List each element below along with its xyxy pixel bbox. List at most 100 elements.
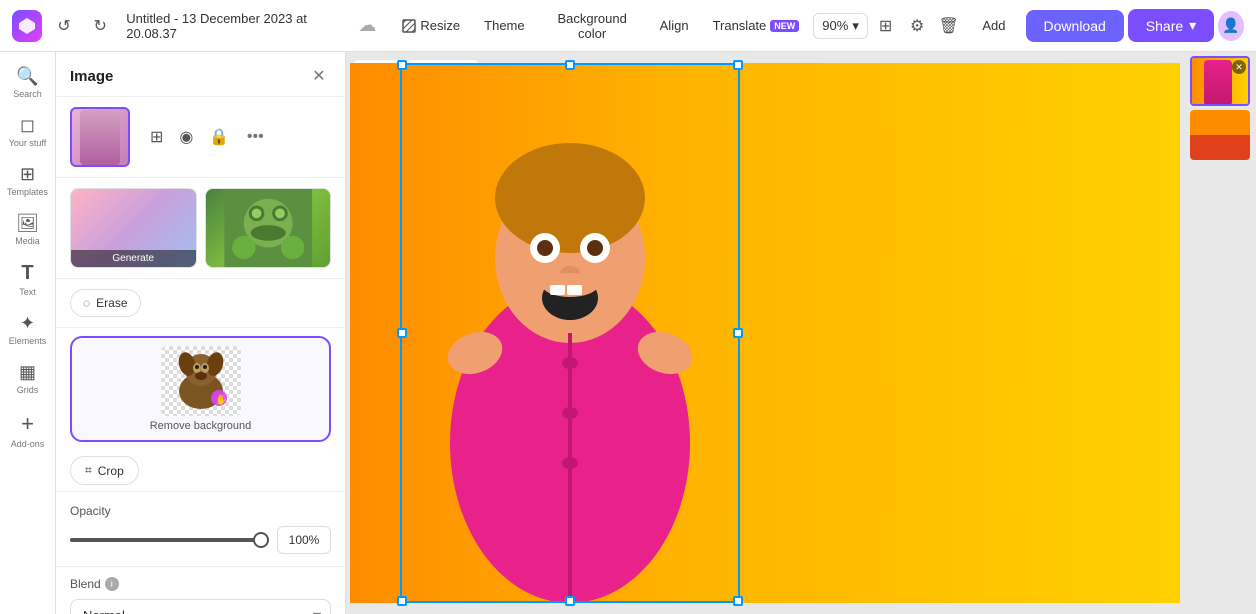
opacity-label: Opacity [70,504,331,518]
svg-text:✋: ✋ [215,393,227,406]
erase-label: Erase [96,296,127,310]
resize-button[interactable]: Resize [392,12,470,39]
addons-icon: + [21,411,34,437]
image-edit-options: ◌ Erase [56,279,345,328]
frog-card[interactable] [205,188,332,268]
chevron-down-icon: ▾ [1189,17,1196,34]
media-icon: 🖼 [16,213,39,234]
blend-label-row: Blend i [70,577,331,591]
crop-row: ⌗ Crop [56,450,345,492]
sidebar-item-text[interactable]: T Text [4,256,52,303]
sidebar-item-elements[interactable]: ✦ Elements [4,307,52,352]
lock-tool-button[interactable]: 🔒 [205,123,233,151]
sidebar-item-label: Search [13,89,42,99]
lock-tool-icon: 🔒 [209,127,229,147]
image-panel: Image ✕ ⊞ ◉ 🔒 ••• [56,52,346,614]
new-badge: NEW [770,20,799,32]
crop-button[interactable]: ⌗ Crop [70,456,139,485]
thumbnail-close-icon[interactable]: ✕ [1232,60,1246,74]
elements-icon: ✦ [20,313,35,334]
sidebar-item-label: Templates [7,187,48,197]
remove-background-card[interactable]: ✋ Remove background [70,336,331,442]
templates-icon: ⊞ [20,164,35,185]
remove-bg-preview: ✋ [161,346,241,416]
right-sidebar: ✕ [1184,52,1256,614]
bg-color-button[interactable]: Background color [539,5,646,47]
opacity-slider[interactable] [70,538,269,542]
sidebar-item-label: Grids [17,385,39,395]
selected-image-thumbnail [70,107,130,167]
stuff-icon: ◻ [20,115,35,136]
align-button[interactable]: Align [650,12,699,39]
tool-option-cards: Generate [56,178,345,279]
zoom-control[interactable]: 90% ▾ [813,13,868,39]
canvas-area[interactable]: Page 1 / 1 - Add title [346,52,1184,614]
chevron-down-icon: ▾ [852,18,859,34]
crop-icon: ⌗ [85,463,92,478]
sidebar-item-label: Text [19,287,36,297]
profile-avatar[interactable]: 👤 [1218,11,1244,41]
blend-section: Blend i Normal Multiply Screen Overlay [56,567,345,614]
settings-icon-button[interactable]: ⚙ [903,10,931,42]
add-button[interactable]: Add [966,12,1021,39]
translate-button[interactable]: Translate NEW [703,12,810,39]
download-button[interactable]: Download [1026,10,1124,42]
opacity-input[interactable] [277,526,331,554]
sidebar-item-label: Add-ons [11,439,45,449]
panel-close-button[interactable]: ✕ [307,64,331,88]
opacity-section: Opacity [56,492,345,567]
sidebar-item-templates[interactable]: ⊞ Templates [4,158,52,203]
right-thumbnail-1[interactable]: ✕ [1190,56,1250,106]
document-title: Untitled - 13 December 2023 at 20.08.37 [126,11,346,41]
circle-tool-icon: ◉ [179,127,193,147]
grid-tool-button[interactable]: ⊞ [146,123,167,151]
generate-card[interactable]: Generate [70,188,197,268]
share-button[interactable]: Share ▾ [1128,9,1214,42]
opacity-slider-thumb [253,532,269,548]
remove-bg-image: ✋ [161,346,241,416]
sidebar-item-grids[interactable]: ▦ Grids [4,356,52,401]
theme-button[interactable]: Theme [474,12,534,39]
topbar: ↺ ↻ Untitled - 13 December 2023 at 20.08… [0,0,1256,52]
app-logo [12,10,42,42]
panel-tools-row: ⊞ ◉ 🔒 ••• [138,123,331,151]
grid-tool-icon: ⊞ [150,127,163,147]
right-thumbnail-2[interactable] [1190,110,1250,160]
more-options-button[interactable]: ••• [241,123,269,151]
sidebar-item-search[interactable]: 🔍 Search [4,60,52,105]
sidebar-item-stuff[interactable]: ◻ Your stuff [4,109,52,154]
opacity-slider-track [70,538,269,542]
blend-label: Blend [70,577,101,591]
erase-icon: ◌ [83,296,90,310]
cloud-icon: ☁ [358,15,376,36]
opacity-row [70,526,331,554]
sidebar-item-addons[interactable]: + Add-ons [4,405,52,455]
blend-info-icon[interactable]: i [105,577,119,591]
left-icon-sidebar: 🔍 Search ◻ Your stuff ⊞ Templates 🖼 Medi… [0,52,56,614]
blend-select[interactable]: Normal Multiply Screen Overlay [70,599,331,614]
generate-card-label: Generate [71,250,196,267]
panel-header: Image ✕ [56,52,345,97]
sidebar-item-label: Media [15,236,40,246]
thumbnail-person [80,110,120,165]
canvas-inner [350,63,1180,603]
sidebar-item-label: Elements [9,336,47,346]
panel-title: Image [70,68,113,85]
crop-label: Crop [98,464,124,478]
text-icon: T [21,262,33,285]
frog-image [206,189,331,267]
grids-icon: ▦ [19,362,36,383]
erase-button[interactable]: ◌ Erase [70,289,141,317]
circle-tool-button[interactable]: ◉ [175,123,197,151]
sidebar-item-media[interactable]: 🖼 Media [4,207,52,252]
layout-icon-button[interactable]: ⊞ [872,10,900,42]
trash-icon-button[interactable]: 🗑 [935,10,963,42]
remove-background-label: Remove background [150,420,252,432]
main-area: 🔍 Search ◻ Your stuff ⊞ Templates 🖼 Medi… [0,52,1256,614]
person-image [400,63,740,603]
blend-select-wrapper: Normal Multiply Screen Overlay [70,599,331,614]
search-icon: 🔍 [16,66,38,87]
undo-button[interactable]: ↺ [50,11,78,41]
sidebar-item-label: Your stuff [9,138,47,148]
redo-button[interactable]: ↻ [86,11,114,41]
